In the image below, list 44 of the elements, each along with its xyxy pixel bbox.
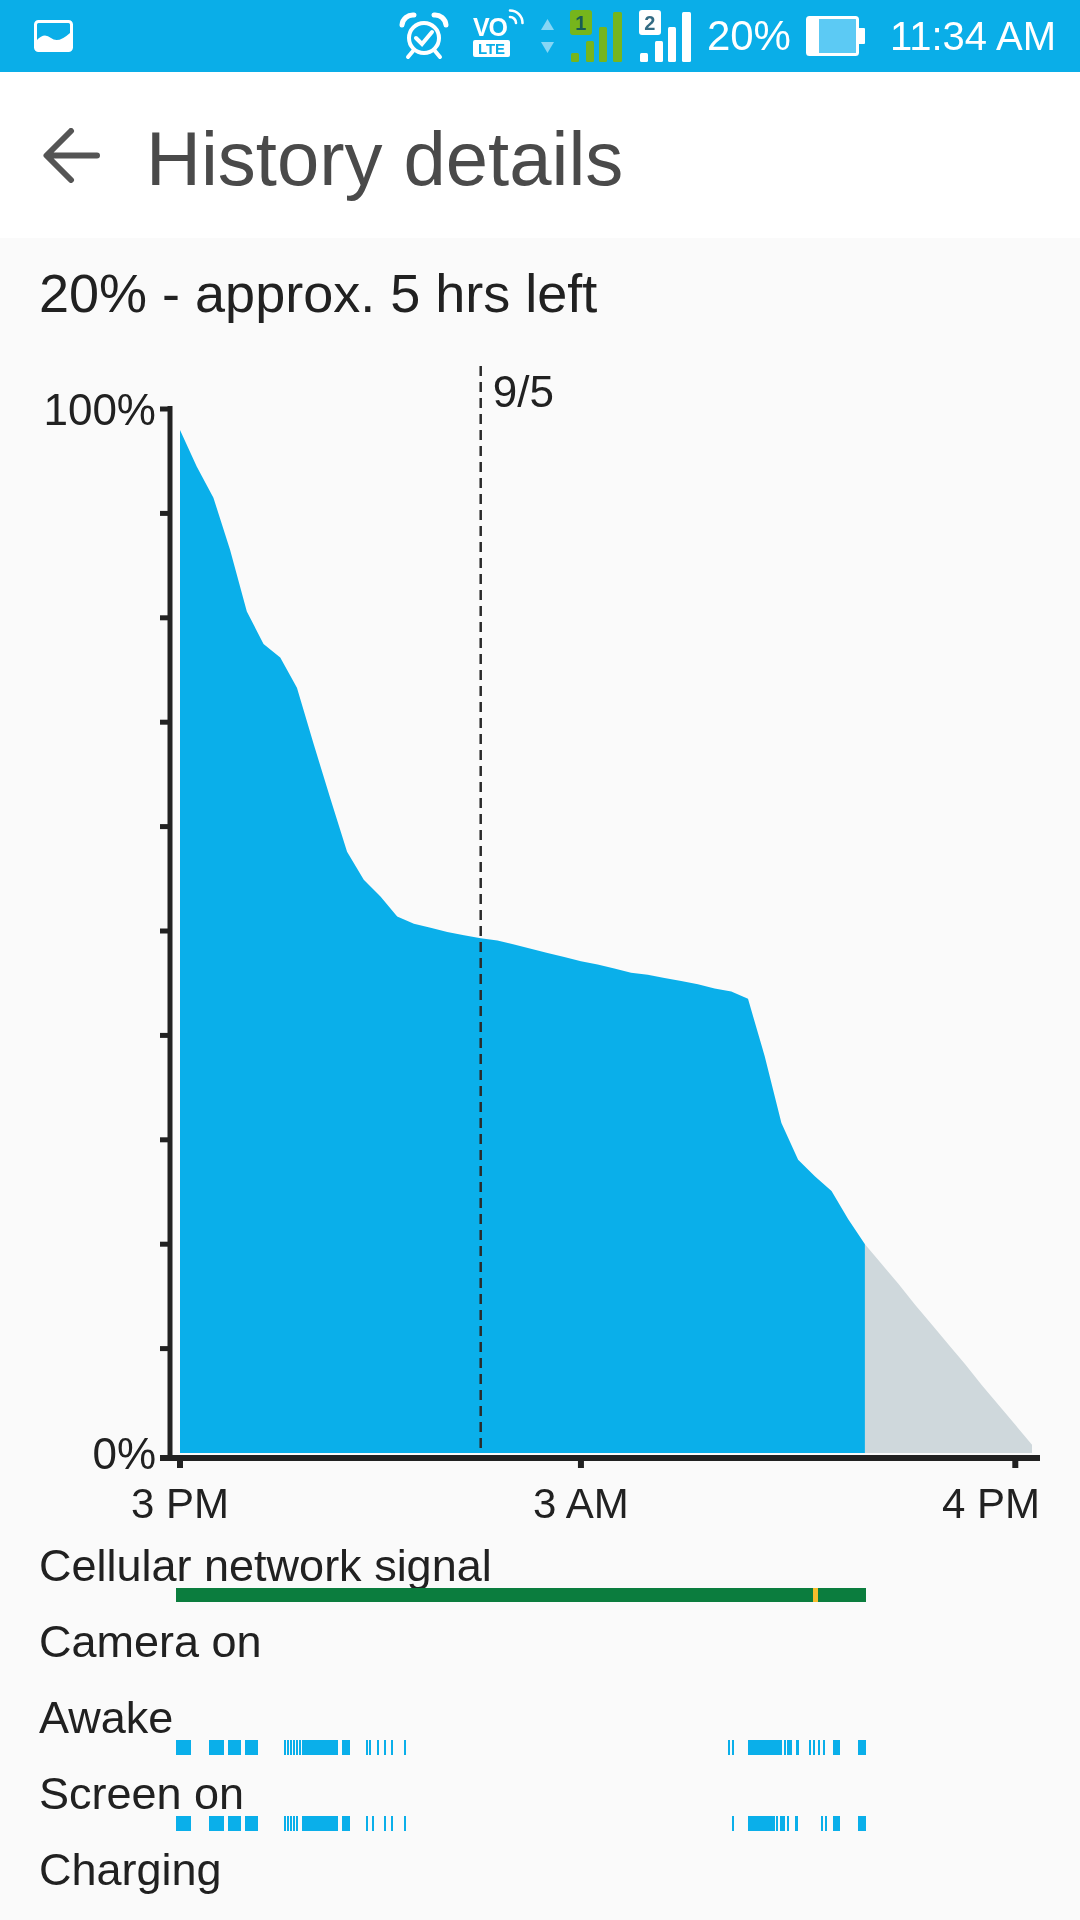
activity-segment xyxy=(209,1816,224,1831)
sim-badge: 1 xyxy=(569,10,592,35)
weak-signal-segment xyxy=(813,1588,818,1602)
activity-segment xyxy=(176,1816,191,1831)
x-axis-label: 3 PM xyxy=(131,1480,229,1527)
lte-badge: LTE xyxy=(472,40,511,57)
y-axis-label: 0% xyxy=(92,1428,156,1478)
alarm-clock-icon xyxy=(398,12,449,60)
activity-segment xyxy=(795,1816,798,1831)
image-icon xyxy=(34,20,73,52)
activity-segment xyxy=(228,1816,241,1831)
activity-segment xyxy=(176,1740,191,1755)
battery-icon xyxy=(805,16,866,56)
clock-time: 11:34 AM xyxy=(889,16,1056,56)
date-label: 9/5 xyxy=(492,367,554,416)
activity-segment xyxy=(858,1740,866,1755)
activity-segment xyxy=(796,1740,799,1755)
x-axis-label: 3 AM xyxy=(533,1480,629,1527)
timeline-label: Awake xyxy=(39,1696,174,1740)
up-down-arrows-icon xyxy=(538,16,556,56)
activity-segment xyxy=(302,1816,338,1831)
sim-badge: 2 xyxy=(638,10,661,35)
timeline-label: Charging xyxy=(39,1848,222,1892)
activity-segment xyxy=(858,1816,866,1831)
back-arrow-icon xyxy=(43,127,100,183)
activity-segment xyxy=(245,1740,258,1755)
activity-segment xyxy=(342,1816,350,1831)
activity-segment xyxy=(748,1740,782,1755)
activity-segment xyxy=(833,1816,840,1831)
activity-segment xyxy=(245,1816,258,1831)
timeline-label: Camera on xyxy=(39,1620,262,1664)
activity-segment xyxy=(209,1740,224,1755)
battery-percent: 20% xyxy=(706,15,791,57)
timeline-label: Cellular network signal xyxy=(39,1544,492,1588)
back-button[interactable] xyxy=(43,127,100,183)
volte-label: VO xyxy=(472,15,507,39)
timeline-label: Screen on xyxy=(39,1772,245,1816)
wifi-arcs-icon xyxy=(508,8,525,25)
activity-segment xyxy=(228,1740,241,1755)
activity-segment xyxy=(342,1740,350,1755)
y-axis-label: 100% xyxy=(43,384,156,434)
x-axis-label: 4 PM xyxy=(941,1480,1040,1527)
activity-segment xyxy=(833,1740,840,1755)
activity-segment xyxy=(780,1816,785,1831)
